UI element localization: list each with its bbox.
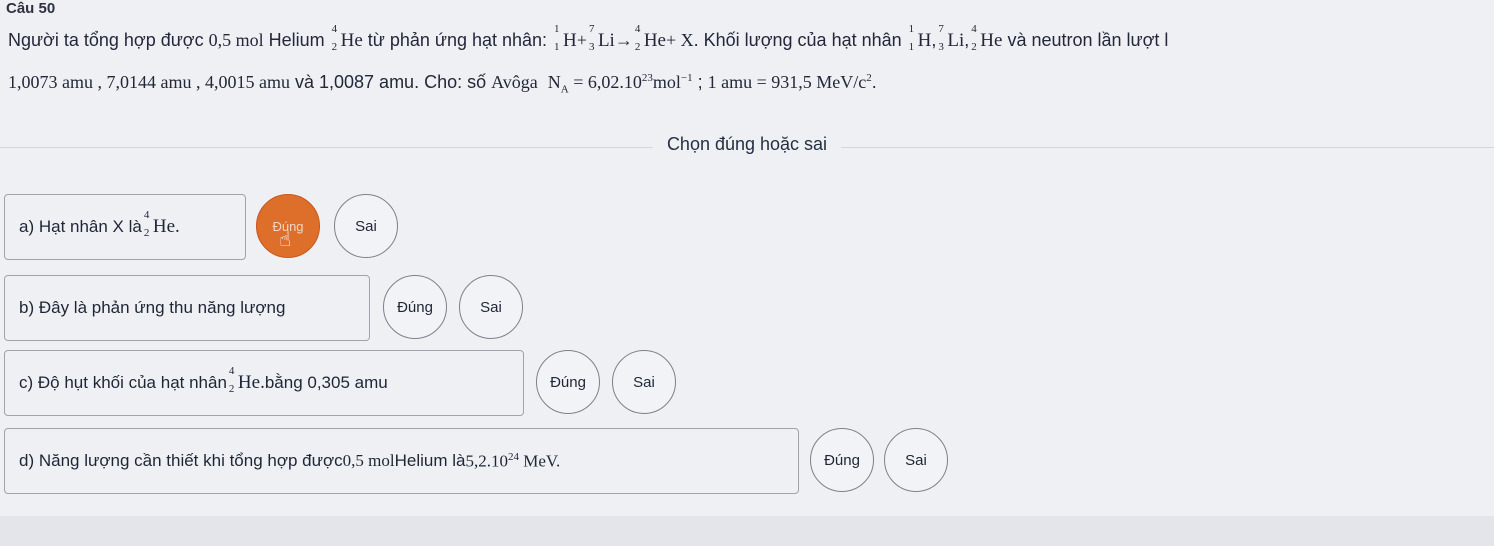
statement-d-false-button[interactable]: Sai [884, 428, 948, 492]
nuclide-he-2: 4 2 He [971, 23, 1003, 53]
avogadro: NA = 6,02.1023mol−1 [547, 72, 693, 96]
statement-b: b) Đây là phản ứng thu năng lượng [4, 275, 370, 341]
bottom-bar [0, 516, 1494, 546]
question-line-2: 1,0073 amu , 7,0144 amu , 4,0015 amu và … [8, 72, 877, 96]
statement-b-true-button[interactable]: Đúng [383, 275, 447, 339]
statement-a-true-button[interactable]: Đúng ☝ [256, 194, 320, 258]
nuclide-li-2: 7 3 Li [938, 23, 965, 53]
nuclide-he: 4 2 He [331, 23, 363, 53]
hand-cursor-icon: ☝ [279, 229, 292, 251]
amu-conversion: 1 amu = 931,5 MeV/c2 [707, 72, 872, 92]
statement-b-false-button[interactable]: Sai [459, 275, 523, 339]
nuclide-h-2: 11H [908, 23, 932, 53]
nuclide-li: 7 3 Li [588, 23, 615, 53]
statement-c: c) Độ hụt khối của hạt nhân 4 2 He. bằng 0… [4, 350, 524, 416]
nuclide-he-product: 4 2 He [634, 23, 666, 53]
statement-a-false-button[interactable]: Sai [334, 194, 398, 258]
statement-a: a) Hạt nhân X là 4 2 He. [4, 194, 246, 260]
statement-d: d) Năng lượng cần thiết khi tổng hợp đượ… [4, 428, 799, 494]
section-title: Chọn đúng hoặc sai [0, 134, 1494, 155]
statement-c-true-button[interactable]: Đúng [536, 350, 600, 414]
amount: 0,5 mol [208, 30, 264, 50]
question-number: Câu 50 [6, 0, 56, 17]
statement-c-false-button[interactable]: Sai [612, 350, 676, 414]
arrow-icon: → [614, 30, 633, 50]
statement-d-true-button[interactable]: Đúng [810, 428, 874, 492]
question-line-1: Người ta tổng hợp được 0,5 mol Helium 42… [8, 23, 1169, 53]
masses: 1,0073 amu , 7,0144 amu , 4,0015 amu [8, 72, 290, 92]
nuclide-h: 11H [554, 23, 577, 53]
